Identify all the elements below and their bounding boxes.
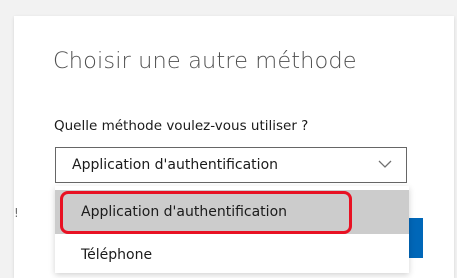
background-fragment: ! <box>14 206 19 220</box>
option-authenticator-app[interactable]: Application d'authentification <box>55 190 409 234</box>
method-question-label: Quelle méthode voulez-vous utiliser ? <box>54 118 309 134</box>
method-select[interactable]: Application d'authentification <box>55 147 407 183</box>
dialog-title: Choisir une autre méthode <box>53 48 357 74</box>
method-select-value: Application d'authentification <box>72 157 279 173</box>
option-phone[interactable]: Téléphone <box>55 238 409 273</box>
method-dropdown-list: Application d'authentification Téléphone <box>55 186 409 273</box>
next-button-edge[interactable] <box>409 218 423 258</box>
chevron-down-icon <box>378 160 392 168</box>
